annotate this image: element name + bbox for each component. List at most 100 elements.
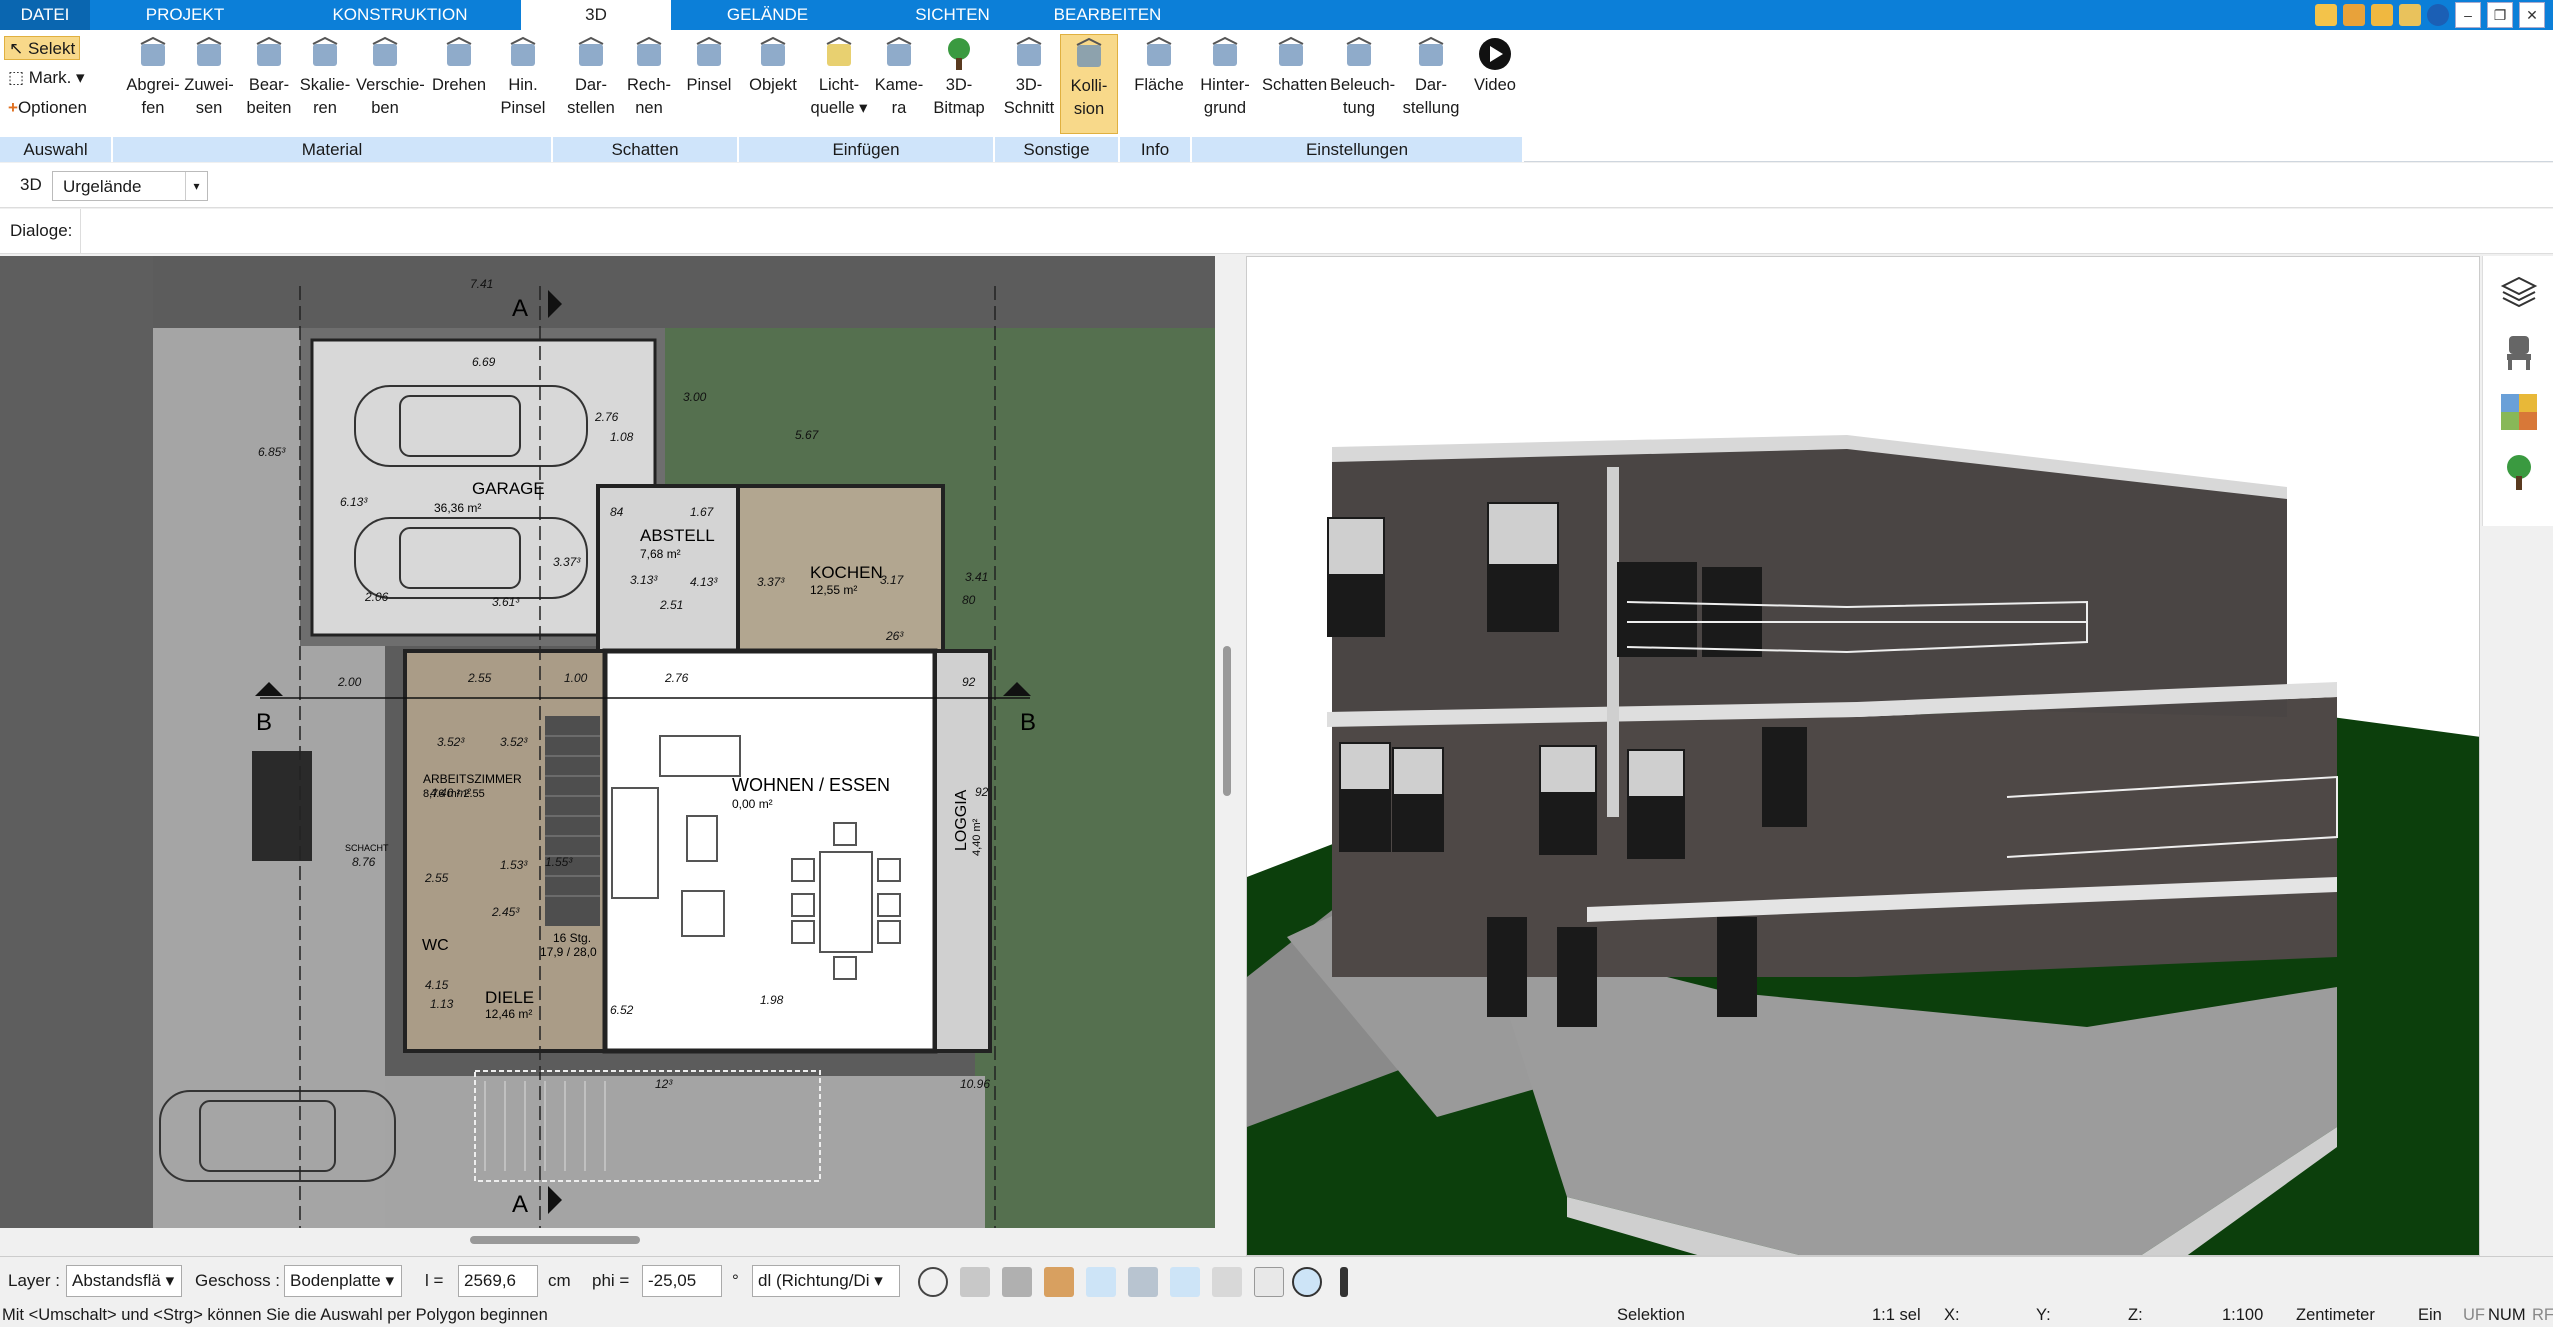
3d-schnitt-button[interactable]: 3D- Schnitt <box>1000 34 1058 134</box>
button-label: Beleuch- <box>1330 76 1396 94</box>
rechnen-button[interactable]: Rech-nen <box>620 34 678 134</box>
tab-datei[interactable]: DATEI <box>0 0 90 30</box>
length-input[interactable]: 2569,6 <box>458 1265 538 1297</box>
3d-bitmap-button[interactable]: 3D- Bitmap <box>930 34 988 134</box>
dialog-bar: Dialoge: <box>0 209 2553 254</box>
dimension-label: 2.06 <box>364 590 389 604</box>
help-icon[interactable] <box>2427 4 2449 26</box>
options-label: Optionen <box>17 98 87 117</box>
north-icon[interactable] <box>1292 1267 1322 1297</box>
view-side-toolbar <box>2482 256 2553 526</box>
clock-icon[interactable] <box>918 1267 948 1297</box>
hintergrund-button[interactable]: Hinter-grund <box>1194 34 1256 134</box>
horizontal-scrollbar[interactable] <box>0 1228 1215 1252</box>
chair-icon[interactable] <box>2499 332 2539 372</box>
tab-sichten[interactable]: SICHTEN <box>880 0 1025 30</box>
vertical-scrollbar[interactable] <box>1215 256 1239 1252</box>
tab-konstruktion[interactable]: KONSTRUKTION <box>300 0 500 30</box>
drehen-button[interactable]: Drehen <box>430 34 488 134</box>
hin-pinsel-button[interactable]: Hin. Pinsel <box>494 34 552 134</box>
dialog-area <box>80 209 2553 253</box>
dimension-label: 3.52³ <box>500 735 528 749</box>
layer-select[interactable]: Abstandsflä ▾ <box>66 1265 182 1297</box>
restore-icon[interactable]: ❐ <box>2487 2 2513 28</box>
grid-icon[interactable] <box>1254 1267 1284 1297</box>
3d-view[interactable] <box>1246 256 2480 1256</box>
tab-bearbeiten[interactable]: BEARBEITEN <box>1040 0 1175 30</box>
chair-icon <box>760 36 786 66</box>
tools-icon[interactable] <box>2315 4 2337 26</box>
dimension-label: 3.00 <box>683 390 707 404</box>
geschoss-select[interactable]: Bodenplatte ▾ <box>284 1265 402 1297</box>
room-label-kochen: KOCHEN <box>810 563 883 582</box>
abgreifen-button[interactable]: Abgrei-fen <box>122 34 184 134</box>
room-area-garage: 36,36 m² <box>434 501 481 515</box>
status-mode: Selektion <box>1617 1306 1685 1324</box>
materials-icon[interactable] <box>2499 392 2539 432</box>
dimension-label: 1.00 <box>564 671 588 685</box>
room-label-wohnen: WOHNEN / ESSEN <box>732 775 890 795</box>
mark-button[interactable]: ⬚ Mark. ▾ <box>4 66 89 90</box>
status-bar: Mit <Umschalt> und <Strg> können Sie die… <box>0 1304 2553 1327</box>
phi-input[interactable]: -25,05 <box>642 1265 722 1297</box>
wall-icon[interactable] <box>1044 1267 1074 1297</box>
status-rf: RF <box>2532 1306 2553 1324</box>
close-icon[interactable]: ✕ <box>2519 2 2545 28</box>
tab-projekt[interactable]: PROJEKT <box>120 0 250 30</box>
schatten-pinsel-button[interactable]: Pinsel <box>680 34 738 134</box>
video-button[interactable]: Video <box>1466 34 1524 134</box>
lock-icon[interactable] <box>2399 4 2421 26</box>
zuweisen-button[interactable]: Zuwei-sen <box>180 34 238 134</box>
button-label: ren <box>313 99 337 117</box>
darstellen-button[interactable]: Dar-stellen <box>562 34 620 134</box>
folder-icon[interactable] <box>2371 4 2393 26</box>
roof-icon[interactable] <box>1086 1267 1116 1297</box>
room-area-diele: 12,46 m² <box>485 1007 532 1021</box>
lichtquelle-button[interactable]: Licht-quelle ▾ <box>810 34 868 134</box>
room-label-wc: WC <box>422 937 449 954</box>
tree-icon[interactable] <box>2499 452 2539 492</box>
window-controls: – ❐ ✕ <box>2315 2 2545 28</box>
room-label-diele: DIELE <box>485 988 534 1007</box>
plane-icon[interactable] <box>1170 1267 1200 1297</box>
terrain-select[interactable]: Urgelände ▾ <box>52 171 208 201</box>
dimension-label: 2.76 <box>664 671 689 685</box>
minimize-icon[interactable]: – <box>2455 2 2481 28</box>
tab-3d[interactable]: 3D <box>521 0 671 30</box>
tab-gelaende[interactable]: GELÄNDE <box>690 0 845 30</box>
dimension-label: 3.37³ <box>553 555 581 569</box>
wave-icon[interactable] <box>1212 1267 1242 1297</box>
camera-icon[interactable] <box>1002 1267 1032 1297</box>
monitor-icon[interactable] <box>960 1267 990 1297</box>
darstellung-button[interactable]: Dar-stellung <box>1402 34 1460 134</box>
status-hint: Mit <Umschalt> und <Strg> können Sie die… <box>2 1306 548 1324</box>
schatten-button[interactable]: Schatten <box>1262 34 1327 134</box>
direction-select[interactable]: dl (Richtung/Di ▾ <box>752 1265 900 1297</box>
kamera-button[interactable]: Kame-ra <box>870 34 928 134</box>
objekt-button[interactable]: Objekt <box>744 34 802 134</box>
select-button[interactable]: ↖ Selekt <box>4 36 81 60</box>
status-selection: 1:1 sel <box>1872 1306 1921 1324</box>
button-label: Pinsel <box>686 76 732 94</box>
button-label: fen <box>141 99 165 117</box>
scroll-thumb[interactable] <box>1223 646 1231 796</box>
dimension-label: 12³ <box>655 1077 673 1091</box>
more-icon[interactable] <box>1340 1267 1348 1297</box>
room-area-loggia: 4,40 m² <box>971 818 983 856</box>
layers-icon[interactable] <box>2499 272 2539 312</box>
options-button[interactable]: +Optionen <box>4 96 91 120</box>
flaeche-button[interactable]: Fläche <box>1130 34 1188 134</box>
scale-icon <box>312 36 338 66</box>
box-icon[interactable] <box>2343 4 2365 26</box>
schacht-label: SCHACHT <box>345 843 389 853</box>
dimension-label: 2.55 <box>467 671 492 685</box>
beleuchtung-button[interactable]: Beleuch-tung <box>1330 34 1396 134</box>
scroll-thumb[interactable] <box>470 1236 640 1244</box>
terrain-icon[interactable] <box>1128 1267 1158 1297</box>
bearbeiten-button[interactable]: Bear-beiten <box>240 34 298 134</box>
floor-plan-view[interactable]: 7.41 6.69 2.76 1.08 3.00 5.67 6.85³ 6.13³ 3.37³ 2… <box>0 256 1215 1228</box>
skalieren-button[interactable]: Skalie-ren <box>296 34 354 134</box>
view-toolbar: 3D Urgelände ▾ <box>0 163 2553 208</box>
verschieben-button[interactable]: Verschie-ben <box>356 34 425 134</box>
kollision-button[interactable]: Kolli-sion <box>1060 34 1118 134</box>
